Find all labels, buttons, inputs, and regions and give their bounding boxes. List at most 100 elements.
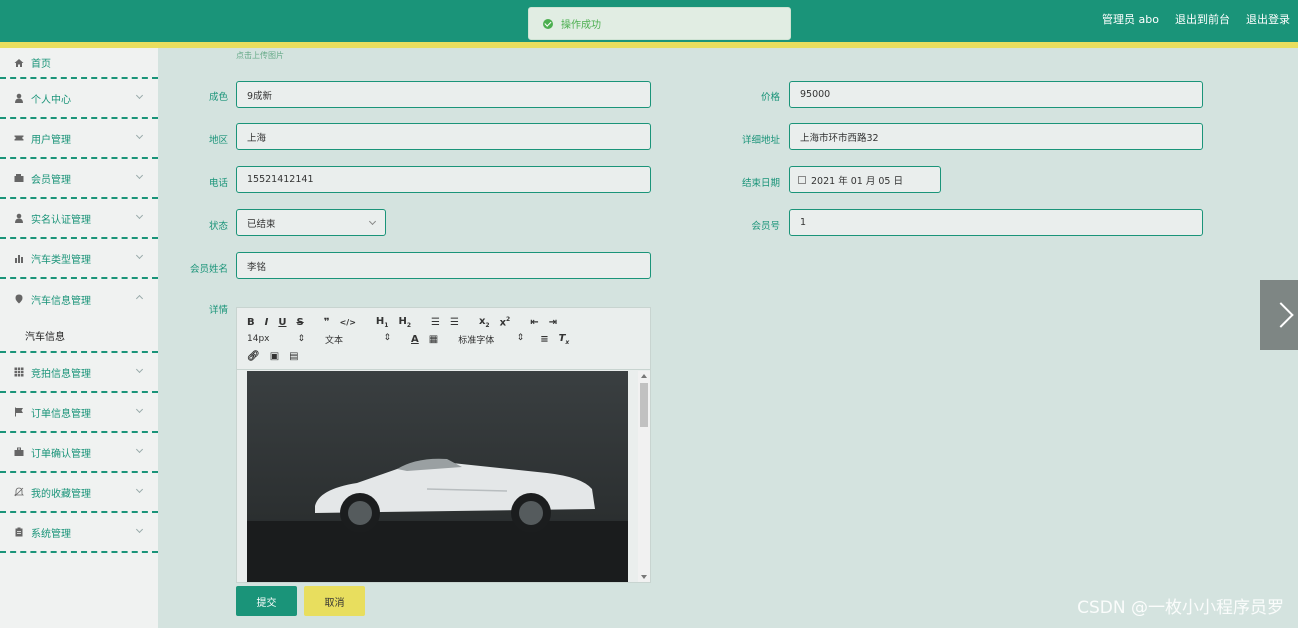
chevron-down-icon bbox=[135, 525, 144, 534]
bold-icon[interactable]: B bbox=[247, 317, 255, 328]
editor-scrollbar[interactable] bbox=[638, 371, 650, 582]
condition-value: 9成新 bbox=[247, 90, 273, 102]
sidebar-item-label: 订单确认管理 bbox=[31, 448, 91, 460]
heading1-icon[interactable]: H1 bbox=[376, 316, 389, 329]
link-icon[interactable]: 🔗︎ bbox=[247, 351, 260, 362]
sidebar-item-order-confirm-management[interactable]: 订单确认管理 bbox=[0, 433, 158, 473]
member-name-input[interactable]: 李铭 bbox=[236, 252, 651, 279]
subscript-icon[interactable]: x2 bbox=[479, 316, 490, 329]
phone-value: 15521412141 bbox=[247, 174, 314, 185]
chevron-down-icon bbox=[135, 211, 144, 220]
chevron-down-icon bbox=[135, 405, 144, 414]
sidebar-item-user-management[interactable]: 用户管理 bbox=[0, 119, 158, 159]
video-icon[interactable]: ▤ bbox=[289, 351, 298, 362]
to-front-link[interactable]: 退出到前台 bbox=[1175, 11, 1230, 27]
sidebar-item-bidding-management[interactable]: 竞拍信息管理 bbox=[0, 353, 158, 393]
check-circle-icon bbox=[543, 18, 553, 29]
end-date-value: 2021 年 01 月 05 日 bbox=[811, 175, 903, 187]
next-arrow-button[interactable] bbox=[1260, 280, 1298, 350]
chevron-up-icon bbox=[135, 294, 144, 303]
indent-icon[interactable]: ⇥ bbox=[549, 317, 557, 328]
superscript-icon[interactable]: x2 bbox=[500, 316, 511, 328]
bar-chart-icon bbox=[15, 255, 23, 263]
briefcase-icon bbox=[14, 447, 24, 456]
sidebar-item-label: 系统管理 bbox=[31, 528, 71, 540]
italic-icon[interactable]: I bbox=[265, 317, 269, 328]
font-size-picker[interactable]: 14px ⇕ bbox=[247, 334, 305, 344]
sidebar-item-home[interactable]: 首页 bbox=[0, 48, 158, 79]
sidebar-item-verification-management[interactable]: 实名认证管理 bbox=[0, 199, 158, 239]
cancel-button[interactable]: 取消 bbox=[304, 586, 365, 616]
sidebar-item-label: 个人中心 bbox=[31, 94, 71, 106]
flag-icon bbox=[15, 407, 23, 417]
sidebar-item-order-management[interactable]: 订单信息管理 bbox=[0, 393, 158, 433]
price-input[interactable]: 95000 bbox=[789, 81, 1203, 108]
strikethrough-icon[interactable]: S bbox=[296, 317, 303, 328]
sidebar-subitem-car-info[interactable]: 汽车信息 bbox=[0, 319, 158, 353]
sidebar-item-system-management[interactable]: 系统管理 bbox=[0, 513, 158, 553]
status-value: 已结束 bbox=[247, 218, 276, 230]
font-color-icon[interactable]: A bbox=[411, 334, 419, 345]
car-image bbox=[247, 371, 628, 582]
sidebar-item-label: 汽车信息管理 bbox=[31, 295, 91, 307]
sidebar-item-member-management[interactable]: 会员管理 bbox=[0, 159, 158, 199]
location-pin-icon bbox=[15, 294, 23, 304]
condition-input[interactable]: 9成新 bbox=[236, 81, 651, 108]
upload-hint[interactable]: 点击上传图片 bbox=[236, 50, 284, 61]
sidebar-item-personal-center[interactable]: 个人中心 bbox=[0, 79, 158, 119]
chevron-down-icon bbox=[135, 365, 144, 374]
bullet-list-icon[interactable]: ☰ bbox=[450, 317, 459, 328]
chevron-down-icon bbox=[135, 171, 144, 180]
sidebar-item-car-type-management[interactable]: 汽车类型管理 bbox=[0, 239, 158, 279]
phone-label: 电话 bbox=[208, 178, 228, 189]
underline-icon[interactable]: U bbox=[278, 317, 286, 328]
phone-input[interactable]: 15521412141 bbox=[236, 166, 651, 193]
top-links: 管理员 abo 退出到前台 退出登录 bbox=[1102, 11, 1290, 27]
member-no-input[interactable]: 1 bbox=[789, 209, 1203, 236]
chevron-down-icon bbox=[135, 91, 144, 100]
image-icon[interactable]: ▣ bbox=[270, 351, 279, 362]
ordered-list-icon[interactable]: ☰ bbox=[431, 317, 440, 328]
end-date-label: 结束日期 bbox=[741, 178, 780, 189]
align-icon[interactable]: ≡ bbox=[540, 334, 548, 345]
user-icon bbox=[15, 93, 23, 103]
region-value: 上海 bbox=[247, 132, 267, 144]
success-toast: 操作成功 bbox=[528, 7, 791, 40]
sidebar: 首页 个人中心 用户管理 会员管理 实名认证管理 汽车类型管理 汽车信息管理 汽… bbox=[0, 48, 158, 628]
scroll-up-icon[interactable] bbox=[641, 374, 647, 378]
car-photo-illustration bbox=[247, 371, 628, 582]
admin-label: 管理员 abo bbox=[1102, 13, 1159, 26]
blockquote-icon[interactable]: ❞ bbox=[324, 317, 330, 328]
details-label: 详情 bbox=[208, 305, 228, 316]
sidebar-item-favorites-management[interactable]: 我的收藏管理 bbox=[0, 473, 158, 513]
member-name-value: 李铭 bbox=[247, 261, 267, 273]
toast-message: 操作成功 bbox=[561, 20, 601, 31]
region-input[interactable]: 上海 bbox=[236, 123, 651, 150]
background-color-icon[interactable]: ▦ bbox=[429, 334, 438, 345]
outdent-icon[interactable]: ⇤ bbox=[530, 317, 538, 328]
chevron-down-icon bbox=[135, 485, 144, 494]
status-label: 状态 bbox=[208, 221, 228, 232]
address-input[interactable]: 上海市环市西路32 bbox=[789, 123, 1203, 150]
calendar-icon bbox=[798, 175, 806, 184]
status-select[interactable]: 已结束 bbox=[236, 209, 386, 236]
scroll-down-icon[interactable] bbox=[641, 575, 647, 579]
logout-link[interactable]: 退出登录 bbox=[1246, 11, 1290, 27]
wallet-icon bbox=[14, 174, 24, 182]
home-icon bbox=[14, 58, 24, 67]
sidebar-item-label: 汽车类型管理 bbox=[31, 254, 91, 266]
sidebar-item-label: 用户管理 bbox=[31, 134, 71, 146]
chevron-down-icon bbox=[135, 251, 144, 260]
scrollbar-thumb[interactable] bbox=[640, 383, 648, 427]
member-name-label: 会员姓名 bbox=[189, 264, 228, 275]
clear-format-icon[interactable]: Tx bbox=[559, 333, 570, 346]
code-icon[interactable]: </> bbox=[340, 318, 356, 327]
sidebar-item-label: 首页 bbox=[31, 59, 51, 70]
sidebar-item-car-info-management[interactable]: 汽车信息管理 bbox=[0, 279, 158, 319]
heading2-icon[interactable]: H2 bbox=[398, 316, 411, 329]
font-family-picker[interactable]: 标准字体 ⇕ bbox=[458, 333, 524, 346]
end-date-picker[interactable]: 2021 年 01 月 05 日 bbox=[789, 166, 941, 193]
submit-button[interactable]: 提交 bbox=[236, 586, 297, 616]
sidebar-item-label: 实名认证管理 bbox=[31, 214, 91, 226]
text-type-picker[interactable]: 文本 ⇕ bbox=[325, 333, 391, 346]
